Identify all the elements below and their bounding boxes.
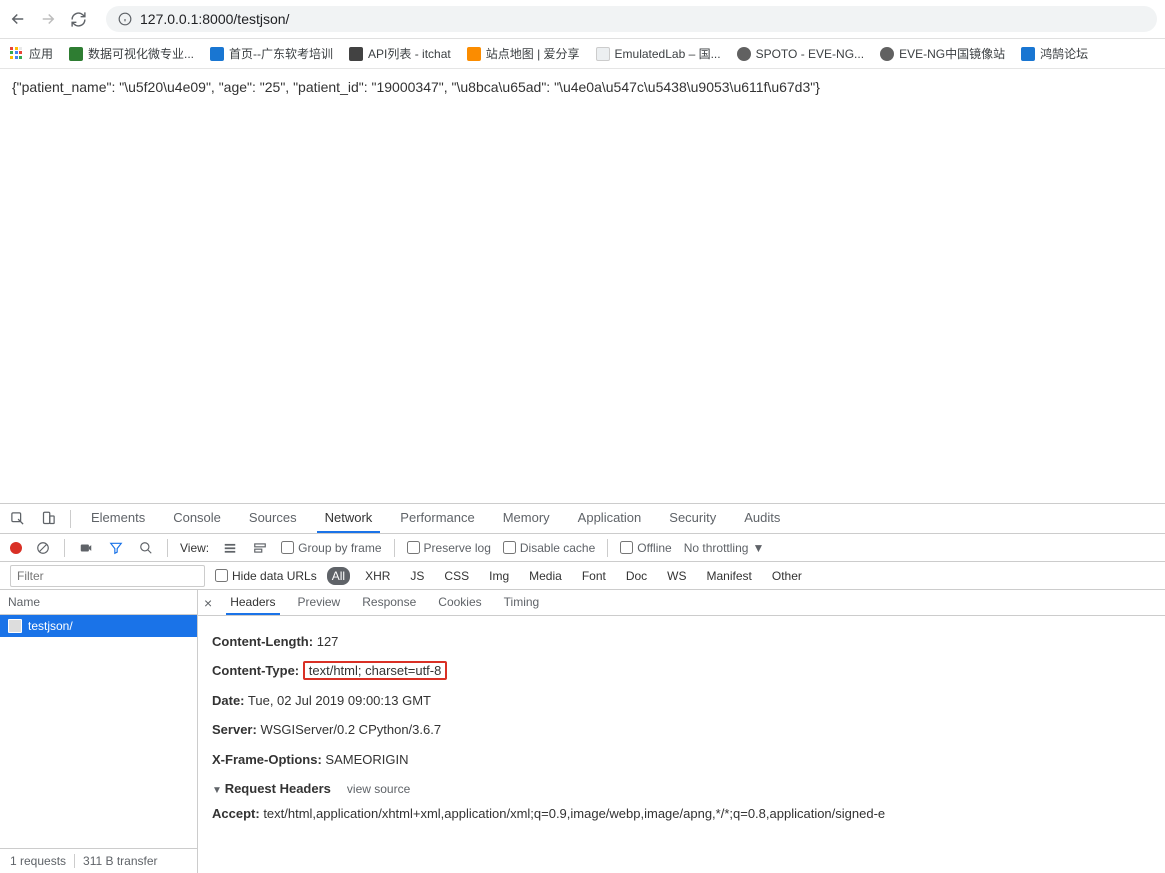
preserve-log-checkbox[interactable]: Preserve log — [407, 541, 491, 555]
tab-security[interactable]: Security — [661, 504, 724, 533]
device-icon[interactable] — [39, 511, 58, 526]
bookmark-icon — [737, 47, 751, 61]
network-body: Name testjson/ 1 requests 311 B transfer… — [0, 590, 1165, 873]
bookmark-item[interactable]: SPOTO - EVE-NG... — [737, 47, 864, 61]
detail-tab-cookies[interactable]: Cookies — [434, 591, 485, 615]
view-source-link[interactable]: view source — [347, 782, 410, 796]
browser-toolbar: 127.0.0.1:8000/testjson/ — [0, 0, 1165, 39]
url-text: 127.0.0.1:8000/testjson/ — [140, 11, 289, 27]
apps-button[interactable]: 应用 — [10, 45, 53, 62]
filter-xhr[interactable]: XHR — [360, 567, 395, 585]
filter-css[interactable]: CSS — [439, 567, 474, 585]
request-detail: × Headers Preview Response Cookies Timin… — [198, 590, 1165, 873]
request-list-header: Name — [0, 590, 197, 615]
bookmark-icon — [467, 47, 481, 61]
overview-icon[interactable] — [251, 541, 269, 555]
clear-button[interactable] — [34, 541, 52, 555]
detail-tabs: × Headers Preview Response Cookies Timin… — [198, 590, 1165, 616]
camera-icon[interactable] — [77, 541, 95, 555]
filter-img[interactable]: Img — [484, 567, 514, 585]
view-label: View: — [180, 541, 209, 555]
apps-icon — [10, 47, 24, 61]
filter-icon[interactable] — [107, 541, 125, 555]
apps-label: 应用 — [29, 45, 53, 62]
bookmark-icon — [596, 47, 610, 61]
header-row: Date: Tue, 02 Jul 2019 09:00:13 GMT — [212, 689, 1151, 712]
filter-media[interactable]: Media — [524, 567, 567, 585]
request-item[interactable]: testjson/ — [0, 615, 197, 637]
record-button[interactable] — [10, 542, 22, 554]
devtools: Elements Console Sources Network Perform… — [0, 503, 1165, 873]
info-icon — [118, 12, 132, 26]
status-bar: 1 requests 311 B transfer — [0, 848, 197, 873]
header-row: Server: WSGIServer/0.2 CPython/3.6.7 — [212, 718, 1151, 741]
search-icon[interactable] — [137, 541, 155, 555]
filter-input[interactable] — [10, 565, 205, 587]
filter-manifest[interactable]: Manifest — [702, 567, 757, 585]
tab-network[interactable]: Network — [317, 504, 381, 533]
json-response: {"patient_name": "\u5f20\u4e09", "age": … — [12, 79, 820, 95]
bookmark-icon — [69, 47, 83, 61]
detail-tab-headers[interactable]: Headers — [226, 591, 279, 615]
bookmark-item[interactable]: 鸿鹄论坛 — [1021, 45, 1088, 62]
address-bar[interactable]: 127.0.0.1:8000/testjson/ — [106, 6, 1157, 32]
bookmark-icon — [349, 47, 363, 61]
tab-sources[interactable]: Sources — [241, 504, 305, 533]
filter-other[interactable]: Other — [767, 567, 807, 585]
inspect-icon[interactable] — [8, 511, 27, 526]
bookmark-icon — [1021, 47, 1035, 61]
request-name: testjson/ — [28, 619, 73, 633]
bookmark-icon — [880, 47, 894, 61]
offline-checkbox[interactable]: Offline — [620, 541, 671, 555]
filter-all[interactable]: All — [327, 567, 350, 585]
bookmark-item[interactable]: 站点地图 | 爱分享 — [467, 45, 580, 62]
tab-elements[interactable]: Elements — [83, 504, 153, 533]
back-button[interactable] — [8, 9, 28, 29]
detail-tab-response[interactable]: Response — [358, 591, 420, 615]
tab-memory[interactable]: Memory — [495, 504, 558, 533]
hide-data-urls-checkbox[interactable]: Hide data URLs — [215, 569, 317, 583]
network-controls: View: Group by frame Preserve log Disabl… — [0, 534, 1165, 562]
bookmark-item[interactable]: 首页--广东软考培训 — [210, 45, 333, 62]
devtools-tabs: Elements Console Sources Network Perform… — [0, 504, 1165, 534]
group-by-frame-checkbox[interactable]: Group by frame — [281, 541, 381, 555]
reload-button[interactable] — [68, 9, 88, 29]
filter-js[interactable]: JS — [405, 567, 429, 585]
bookmark-icon — [210, 47, 224, 61]
headers-panel: Content-Length: 127 Content-Type: text/h… — [198, 616, 1165, 873]
header-row: Accept: text/html,application/xhtml+xml,… — [212, 802, 1151, 825]
header-row: Content-Length: 127 — [212, 630, 1151, 653]
bookmarks-bar: 应用 数据可视化微专业... 首页--广东软考培训 API列表 - itchat… — [0, 39, 1165, 69]
header-row: Content-Type: text/html; charset=utf-8 — [212, 659, 1151, 682]
filter-font[interactable]: Font — [577, 567, 611, 585]
close-detail-button[interactable]: × — [204, 595, 212, 611]
tab-console[interactable]: Console — [165, 504, 229, 533]
content-type-highlight: text/html; charset=utf-8 — [303, 661, 448, 680]
detail-tab-preview[interactable]: Preview — [294, 591, 345, 615]
bookmark-item[interactable]: EmulatedLab – 国... — [596, 45, 721, 62]
network-filters: Hide data URLs All XHR JS CSS Img Media … — [0, 562, 1165, 590]
throttling-select[interactable]: No throttling ▼ — [684, 541, 765, 555]
tab-audits[interactable]: Audits — [736, 504, 788, 533]
filter-doc[interactable]: Doc — [621, 567, 652, 585]
page-body: {"patient_name": "\u5f20\u4e09", "age": … — [0, 69, 1165, 503]
tab-application[interactable]: Application — [570, 504, 650, 533]
forward-button[interactable] — [38, 9, 58, 29]
disable-cache-checkbox[interactable]: Disable cache — [503, 541, 595, 555]
bookmark-item[interactable]: 数据可视化微专业... — [69, 45, 194, 62]
detail-tab-timing[interactable]: Timing — [500, 591, 544, 615]
bookmark-item[interactable]: EVE-NG中国镜像站 — [880, 45, 1005, 62]
request-list: Name testjson/ 1 requests 311 B transfer — [0, 590, 198, 873]
file-icon — [8, 619, 22, 633]
request-headers-section[interactable]: Request Headersview source — [212, 781, 1151, 796]
transfer-size: 311 B transfer — [83, 854, 165, 868]
bookmark-item[interactable]: API列表 - itchat — [349, 45, 451, 62]
requests-count: 1 requests — [10, 854, 75, 868]
large-rows-icon[interactable] — [221, 541, 239, 555]
tab-performance[interactable]: Performance — [392, 504, 482, 533]
filter-ws[interactable]: WS — [662, 567, 691, 585]
chevron-down-icon: ▼ — [752, 541, 764, 555]
header-row: X-Frame-Options: SAMEORIGIN — [212, 748, 1151, 771]
